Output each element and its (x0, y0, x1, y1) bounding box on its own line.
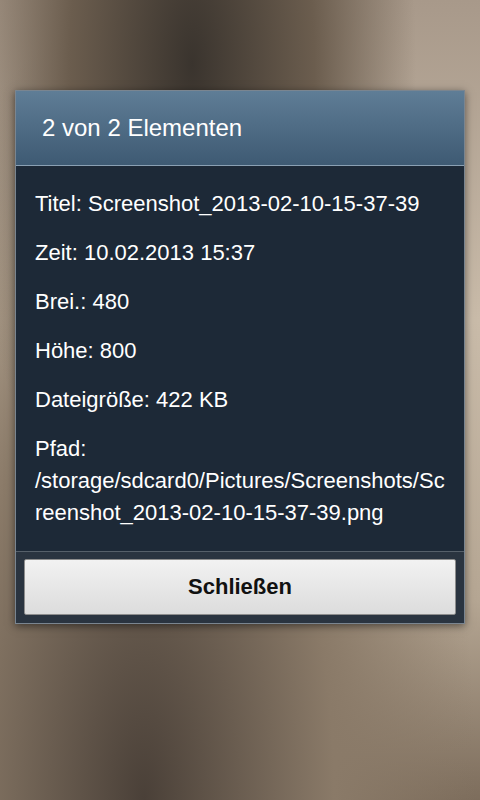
detail-label: Dateigröße: (35, 387, 150, 412)
screen: 2 von 2 Elementen Titel: Screenshot_2013-… (0, 0, 480, 800)
details-dialog: 2 von 2 Elementen Titel: Screenshot_2013-… (15, 90, 465, 624)
detail-label: Brei.: (35, 289, 86, 314)
detail-label: Höhe: (35, 338, 94, 363)
detail-row: Höhe: 800 (35, 335, 446, 367)
detail-label: Pfad: (35, 436, 86, 461)
detail-label: Titel: (35, 191, 82, 216)
detail-row: Titel: Screenshot_2013-02-10-15-37-39 (35, 188, 446, 220)
detail-row: Dateigröße: 422 KB (35, 384, 446, 416)
button-bar: Schließen (16, 551, 464, 623)
detail-value: 480 (92, 289, 129, 314)
dialog-title: 2 von 2 Elementen (42, 114, 242, 142)
details-list: Titel: Screenshot_2013-02-10-15-37-39 Zei… (16, 166, 464, 551)
close-button[interactable]: Schließen (24, 559, 456, 615)
detail-value: /storage/sdcard0/Pictures/Screenshots/Sc… (35, 468, 445, 525)
detail-value: Screenshot_2013-02-10-15-37-39 (88, 191, 419, 216)
detail-value: 800 (100, 338, 137, 363)
detail-value: 10.02.2013 15:37 (84, 240, 255, 265)
detail-row: Zeit: 10.02.2013 15:37 (35, 237, 446, 269)
detail-label: Zeit: (35, 240, 78, 265)
detail-row: Pfad: /storage/sdcard0/Pictures/Screensh… (35, 433, 446, 529)
dialog-title-bar: 2 von 2 Elementen (16, 91, 464, 166)
detail-value: 422 KB (156, 387, 228, 412)
detail-row: Brei.: 480 (35, 286, 446, 318)
